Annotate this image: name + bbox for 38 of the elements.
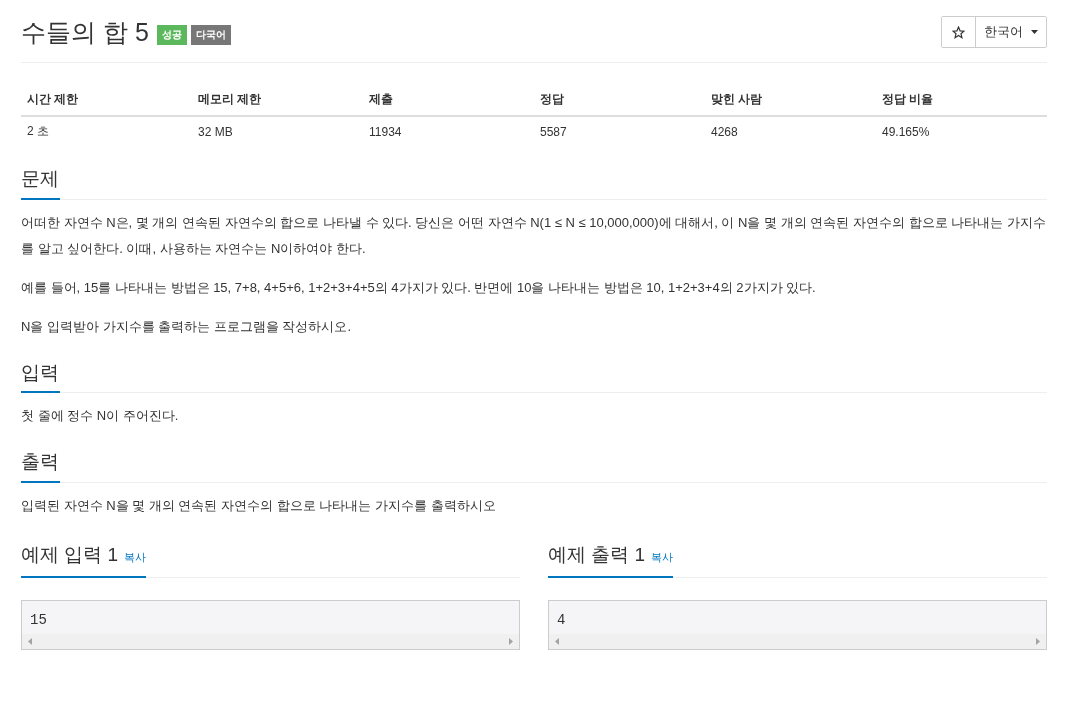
sample-data: 4	[556, 610, 567, 630]
table-cell: 49.165%	[876, 116, 1047, 146]
table-cell: 5587	[534, 116, 705, 146]
horizontal-scrollbar[interactable]	[549, 633, 1046, 649]
table-cell: 11934	[363, 116, 534, 146]
caret-icon	[1031, 30, 1038, 34]
section-title: 입력	[21, 360, 60, 394]
problem-title: 수들의 합 5	[21, 17, 149, 47]
sample-title: 예제 출력 1	[548, 543, 646, 568]
scroll-right-icon[interactable]	[1036, 637, 1040, 645]
sample-title: 예제 입력 1	[21, 543, 119, 568]
description-paragraph: 어떠한 자연수 N은, 몇 개의 연속된 자연수의 합으로 나타낼 수 있다. 당신은 어떤 자연수 N(1 ≤ N ≤ 10,000,000)에 대해서, 이 N을 몇 개의 연속된 자연수의 합으로 나타내는 가지수를 알고 싶어한다. 이때, 사용하는 자연수는 N이하여야 한다.	[21, 213, 1047, 258]
column-header: 메모리 제한	[192, 84, 363, 116]
table-cell: 32 MB	[192, 116, 363, 146]
column-header: 정답 비율	[876, 84, 1047, 116]
description-paragraph: 예를 들어, 15를 나타내는 방법은 15, 7+8, 4+5+6, 1+2+3+4+5의 4가지가 있다. 반면에 10을 나타내는 방법은 10, 1+2+3+4의 2가지가 있다.	[21, 278, 817, 297]
sample-data: 15	[29, 610, 48, 630]
status-badge: 성공	[156, 25, 187, 45]
description-paragraph: N을 입력받아 가지수를 출력하는 프로그램을 작성하시오.	[21, 317, 353, 336]
table-cell: 2 초	[21, 116, 192, 146]
star-icon	[952, 25, 965, 39]
star-button[interactable]	[942, 17, 976, 47]
section-title: 문제	[21, 167, 60, 200]
copy-link[interactable]: 복사	[651, 550, 674, 566]
description-paragraph: 첫 줄에 정수 N이 주어진다.	[21, 407, 180, 426]
column-header: 맞힌 사람	[705, 84, 876, 116]
table-cell: 4268	[705, 116, 876, 146]
section-title: 출력	[21, 450, 60, 484]
scroll-left-icon[interactable]	[28, 637, 32, 645]
scroll-right-icon[interactable]	[509, 637, 513, 645]
status-badge: 다국어	[190, 25, 231, 45]
copy-link[interactable]: 복사	[124, 550, 147, 566]
description-paragraph: 입력된 자연수 N을 몇 개의 연속된 자연수의 합으로 나타내는 가지수를 출력하시오	[21, 497, 497, 516]
column-header: 정답	[534, 84, 705, 116]
scroll-left-icon[interactable]	[555, 637, 559, 645]
column-header: 시간 제한	[21, 84, 192, 116]
column-header: 제출	[363, 84, 534, 116]
horizontal-scrollbar[interactable]	[22, 633, 519, 649]
